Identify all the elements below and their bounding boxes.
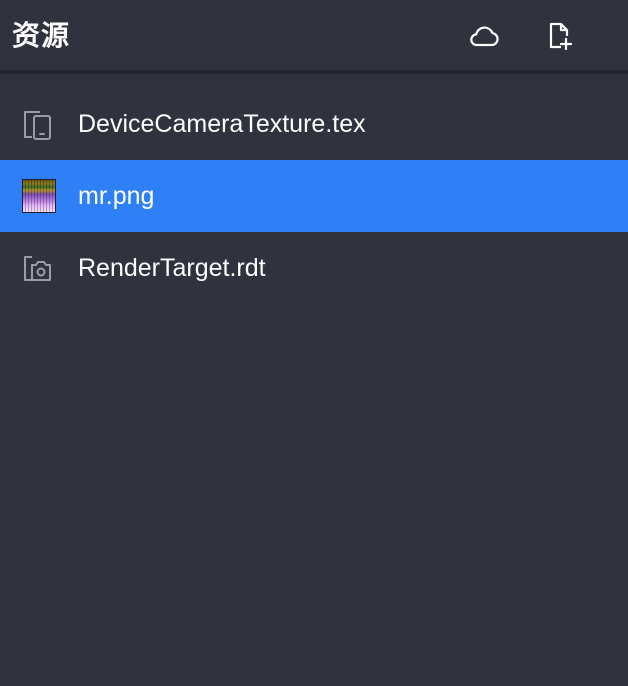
file-plus-icon	[546, 21, 574, 56]
cloud-icon	[468, 24, 500, 53]
panel-header: 资源	[0, 0, 628, 74]
panel-title: 资源	[12, 19, 71, 52]
new-file-button[interactable]	[542, 20, 578, 56]
file-name: DeviceCameraTexture.tex	[78, 110, 366, 138]
file-row-render-target[interactable]: RenderTarget.rdt	[0, 232, 628, 304]
device-phone-icon	[20, 105, 58, 143]
camera-icon	[20, 249, 58, 287]
file-name: RenderTarget.rdt	[78, 254, 266, 282]
file-list: DeviceCameraTexture.tex mr.png RenderTar…	[0, 88, 628, 304]
file-row-mr-png[interactable]: mr.png	[0, 160, 628, 232]
file-name: mr.png	[78, 182, 155, 210]
cloud-button[interactable]	[466, 20, 502, 56]
file-row-device-camera-texture[interactable]: DeviceCameraTexture.tex	[0, 88, 628, 160]
resources-panel: 资源 DeviceCameraTexture.tex mr.png Render…	[0, 0, 628, 686]
image-thumbnail-icon	[20, 177, 58, 215]
